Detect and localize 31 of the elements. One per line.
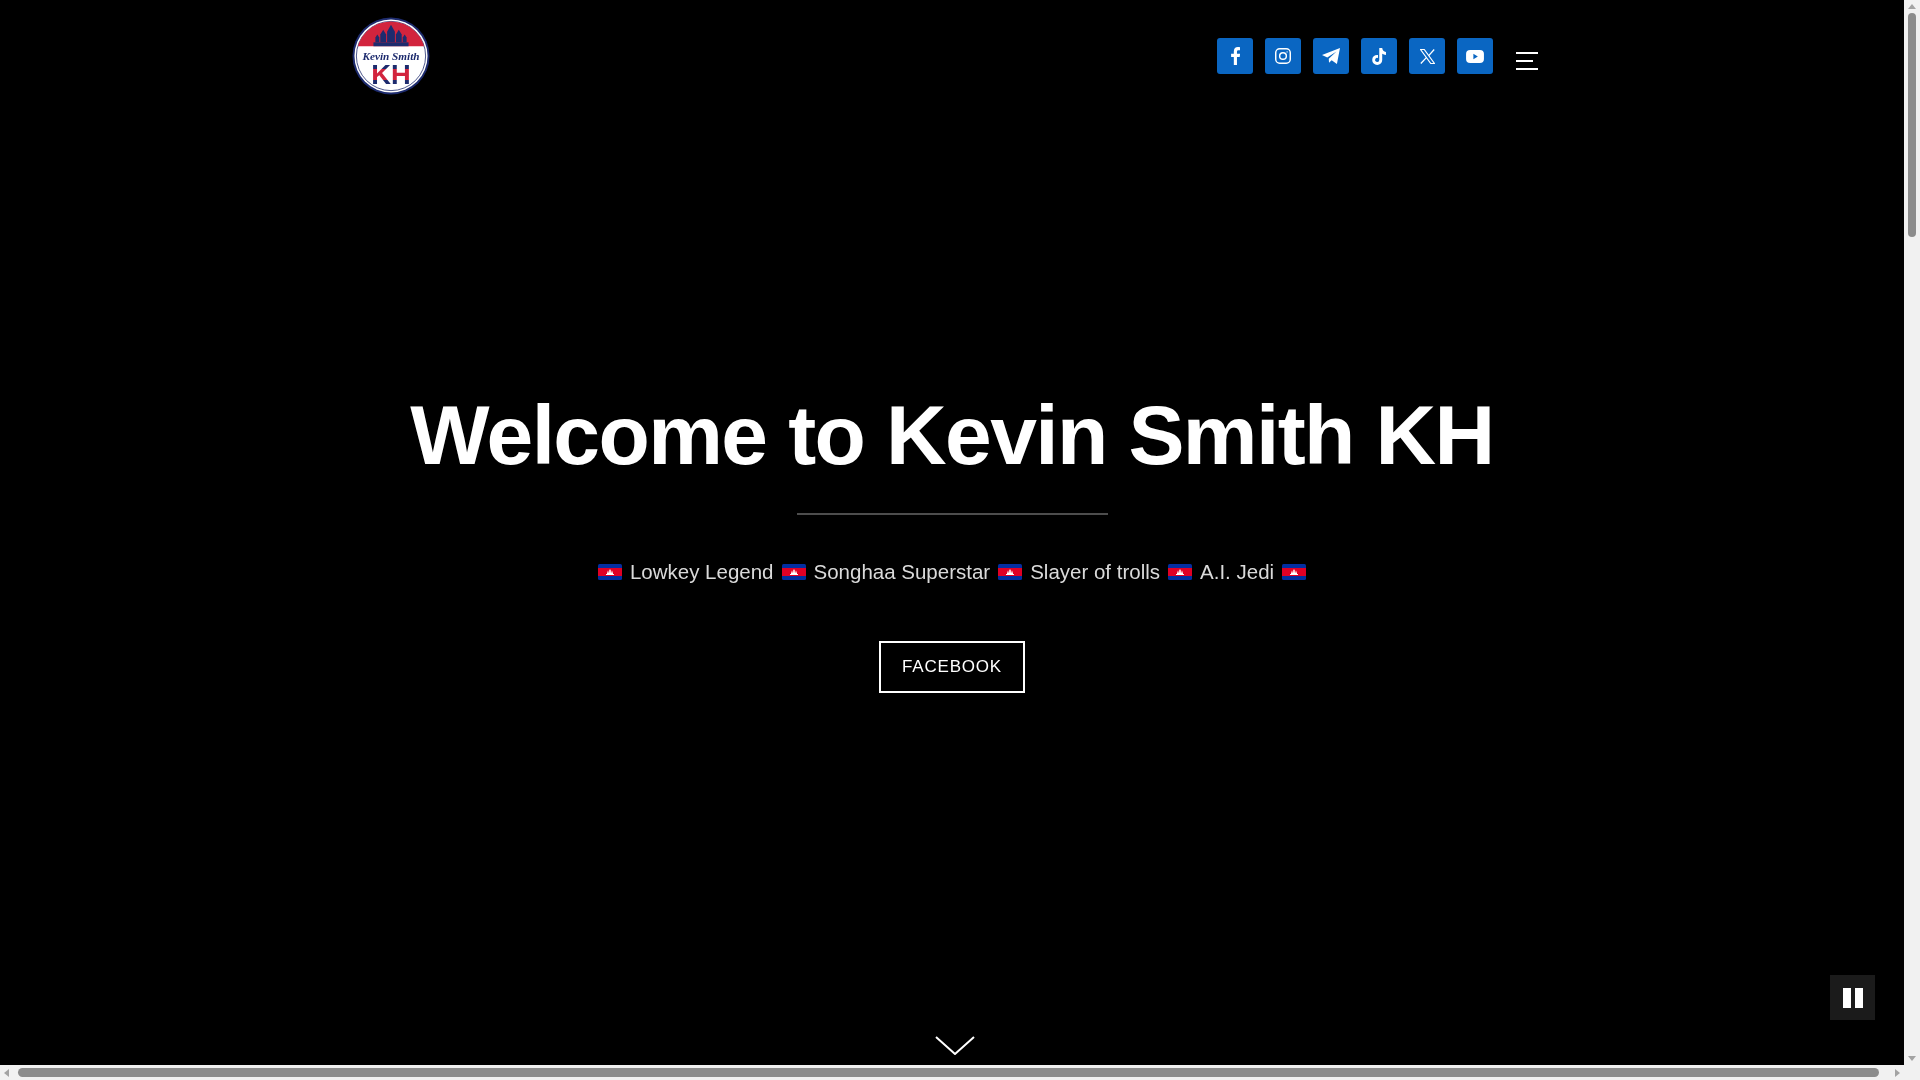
menu-icon [1516, 52, 1538, 70]
instagram-link[interactable] [1265, 38, 1301, 74]
scrollbar-thumb[interactable] [18, 1068, 1879, 1077]
flag-icon [597, 564, 622, 580]
pause-button[interactable] [1830, 975, 1875, 1020]
tagline-text: Slayer of trolls [1030, 559, 1161, 585]
flag-icon [1282, 564, 1307, 580]
chevron-down-icon[interactable] [935, 1036, 975, 1055]
tagline-text: Songhaa Superstar [813, 559, 991, 585]
menu-button[interactable] [1516, 52, 1538, 70]
instagram-icon [1275, 48, 1291, 64]
tagline-text: Lowkey Legend [629, 559, 774, 585]
tiktok-link[interactable] [1361, 38, 1397, 74]
x-logo-icon [1419, 48, 1435, 64]
tiktok-icon [1372, 47, 1386, 65]
youtube-icon [1466, 49, 1484, 63]
tagline-text: A.I. Jedi [1200, 559, 1275, 585]
scrollbar-thumb[interactable] [1908, 13, 1916, 237]
youtube-link[interactable] [1457, 38, 1493, 74]
flag-icon [998, 564, 1023, 580]
pause-icon [1842, 987, 1863, 1008]
facebook-button[interactable]: FACEBOOK [879, 641, 1025, 693]
x-link[interactable] [1409, 38, 1445, 74]
hero-title: Welcome to Kevin Smith KH [410, 387, 1494, 484]
telegram-icon [1322, 48, 1340, 64]
flag-icon [1168, 564, 1193, 580]
flag-icon [781, 564, 806, 580]
facebook-icon [1230, 47, 1240, 65]
facebook-link[interactable] [1217, 38, 1253, 74]
telegram-link[interactable] [1313, 38, 1349, 74]
logo[interactable]: Kevin Smith KH [352, 17, 430, 95]
